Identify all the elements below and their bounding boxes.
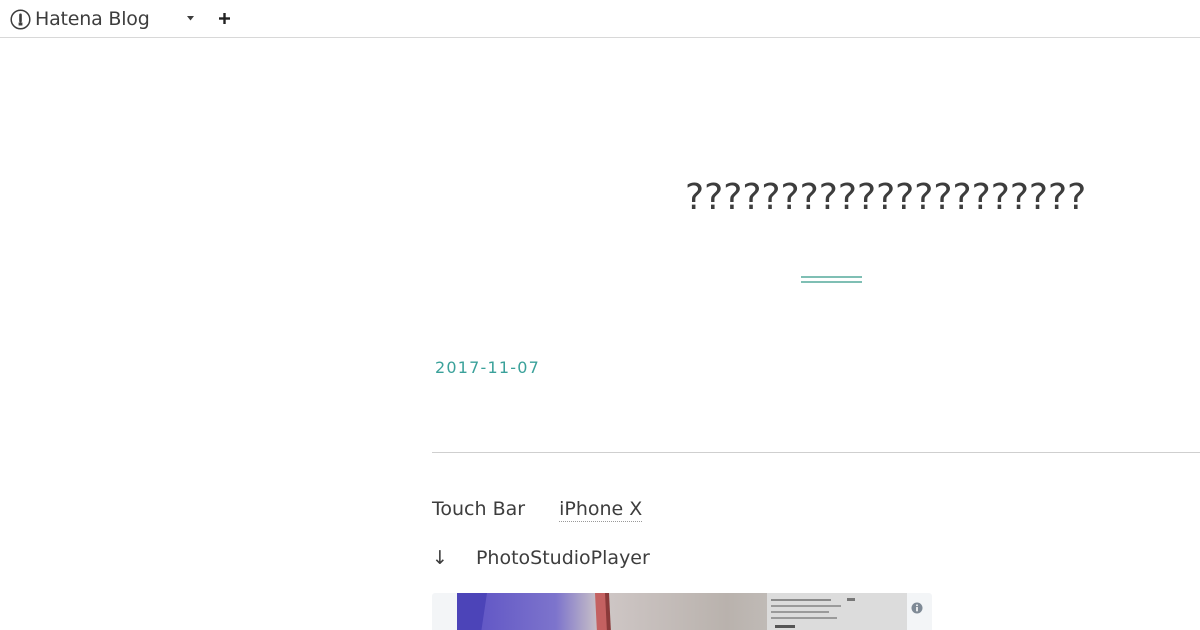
embed-card [432,593,932,630]
entry-date[interactable]: 2017-11-07 [435,358,540,377]
hatena-logo-icon [10,8,31,30]
global-header: Hatena Blog [0,0,1200,38]
divider [432,452,1200,453]
entry-paragraph: ↓ PhotoStudioPlayer [432,547,650,569]
info-icon[interactable] [911,602,923,614]
arrow-down-text: ↓ [432,547,448,569]
title-decoration [801,276,862,285]
touch-bar-text: Touch Bar [432,498,526,520]
add-entry-button[interactable] [215,9,233,27]
entry-paragraph: Touch Bar iPhone X [432,497,643,522]
plus-icon [218,12,230,24]
video-thumbnail[interactable] [457,593,907,630]
photostudioplayer-text: PhotoStudioPlayer [475,547,650,569]
iphone-x-keyword-link[interactable]: iPhone X [559,497,643,522]
hatena-blog-logo[interactable]: Hatena Blog [10,7,150,31]
video-thumbnail-image [457,593,907,630]
brand-name: Hatena Blog [35,8,150,30]
blog-menu-dropdown[interactable] [183,11,197,25]
caret-down-icon [186,15,194,20]
blog-title[interactable]: ????????????????????? [685,176,1086,220]
